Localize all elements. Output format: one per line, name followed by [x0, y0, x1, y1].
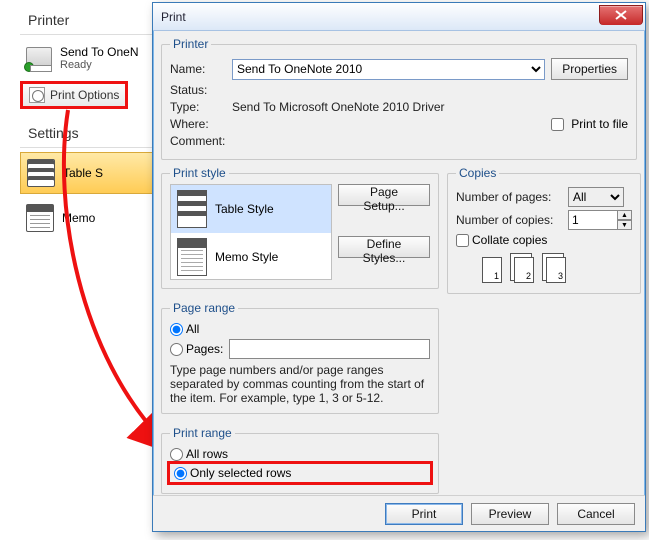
- page-range-all-row[interactable]: All: [170, 322, 430, 336]
- style-row-memo[interactable]: Memo Style: [171, 233, 331, 280]
- where-label: Where:: [170, 117, 232, 131]
- style-row-label: Table Style: [215, 202, 274, 216]
- num-pages-label: Number of pages:: [456, 190, 568, 204]
- name-label: Name:: [170, 62, 232, 76]
- page-range-group: Page range All Pages: Type page numbers …: [161, 301, 439, 414]
- collate-page-icon: 2: [514, 257, 534, 283]
- print-to-file-label: Print to file: [571, 117, 628, 131]
- printer-icon: [26, 47, 52, 69]
- page-range-pages-row[interactable]: Pages:: [170, 342, 223, 356]
- collate-illustration: 1 2 3: [482, 257, 632, 283]
- preview-button[interactable]: Preview: [471, 503, 549, 525]
- comment-label: Comment:: [170, 134, 232, 148]
- page-range-legend: Page range: [170, 301, 238, 315]
- collate-row[interactable]: Collate copies: [456, 233, 632, 247]
- collate-label: Collate copies: [472, 233, 547, 247]
- print-options-button[interactable]: Print Options: [22, 83, 126, 107]
- style-row-table[interactable]: Table Style: [171, 185, 331, 233]
- status-label: Status:: [170, 83, 232, 97]
- print-options-label: Print Options: [50, 88, 119, 102]
- print-button[interactable]: Print: [385, 503, 463, 525]
- copies-group: Copies Number of pages: All Number of co…: [447, 166, 641, 294]
- memo-style-icon: [26, 204, 54, 232]
- print-dialog: Print Printer Name: Send To OneNote 2010…: [152, 2, 646, 532]
- page-range-pages-radio[interactable]: [170, 343, 183, 356]
- type-value: Send To Microsoft OneNote 2010 Driver: [232, 100, 445, 114]
- style-row-label: Memo Style: [215, 250, 278, 264]
- only-selected-rows-radio[interactable]: [174, 467, 187, 480]
- print-options-icon: [29, 87, 45, 103]
- collate-page-icon: 3: [546, 257, 566, 283]
- settings-style-label: Memo: [62, 211, 95, 225]
- printer-name-select[interactable]: Send To OneNote 2010: [232, 59, 545, 80]
- num-copies-label: Number of copies:: [456, 213, 568, 227]
- num-pages-select[interactable]: All: [568, 187, 624, 207]
- print-to-file-checkbox[interactable]: [551, 118, 564, 131]
- printer-device-name: Send To OneN: [60, 45, 139, 59]
- pages-input[interactable]: [229, 339, 430, 359]
- dialog-button-bar: Print Preview Cancel: [153, 495, 645, 531]
- cancel-button[interactable]: Cancel: [557, 503, 635, 525]
- page-setup-button[interactable]: Page Setup...: [338, 184, 430, 206]
- page-range-hint: Type page numbers and/or page ranges sep…: [170, 363, 430, 405]
- settings-style-label: Table S: [63, 166, 103, 180]
- type-label: Type:: [170, 100, 232, 114]
- dialog-title: Print: [161, 10, 599, 24]
- print-range-legend: Print range: [170, 426, 235, 440]
- style-list[interactable]: Table Style Memo Style: [170, 184, 332, 280]
- num-copies-input[interactable]: [568, 210, 618, 230]
- printer-device-text: Send To OneN Ready: [60, 45, 139, 71]
- table-style-icon: [27, 159, 55, 187]
- copies-spin-down[interactable]: ▼: [617, 220, 632, 230]
- page-range-all-radio[interactable]: [170, 323, 183, 336]
- printer-legend: Printer: [170, 37, 211, 51]
- print-style-group: Print style Table Style Memo Style: [161, 166, 439, 289]
- collate-checkbox[interactable]: [456, 234, 469, 247]
- printer-group: Printer Name: Send To OneNote 2010 Prope…: [161, 37, 637, 160]
- define-styles-button[interactable]: Define Styles...: [338, 236, 430, 258]
- print-range-group: Print range All rows Only selected rows: [161, 426, 439, 494]
- printer-device-status: Ready: [60, 59, 139, 71]
- print-range-allrows-row[interactable]: All rows: [170, 447, 430, 461]
- only-selected-rows-label: Only selected rows: [190, 466, 291, 480]
- close-button[interactable]: [599, 5, 643, 25]
- properties-button[interactable]: Properties: [551, 58, 628, 80]
- copies-legend: Copies: [456, 166, 499, 180]
- titlebar: Print: [153, 3, 645, 31]
- memo-style-icon: [177, 238, 207, 276]
- copies-spin-up[interactable]: ▲: [617, 210, 632, 220]
- all-rows-label: All rows: [186, 447, 228, 461]
- page-range-all-label: All: [186, 322, 199, 336]
- close-icon: [615, 10, 627, 20]
- ready-badge-icon: [24, 62, 34, 72]
- table-style-icon: [177, 190, 207, 228]
- print-to-file-row[interactable]: Print to file: [551, 117, 628, 131]
- print-style-legend: Print style: [170, 166, 229, 180]
- page-range-pages-label: Pages:: [186, 342, 223, 356]
- print-range-selected-row[interactable]: Only selected rows: [170, 464, 430, 482]
- all-rows-radio[interactable]: [170, 448, 183, 461]
- collate-page-icon: 1: [482, 257, 502, 283]
